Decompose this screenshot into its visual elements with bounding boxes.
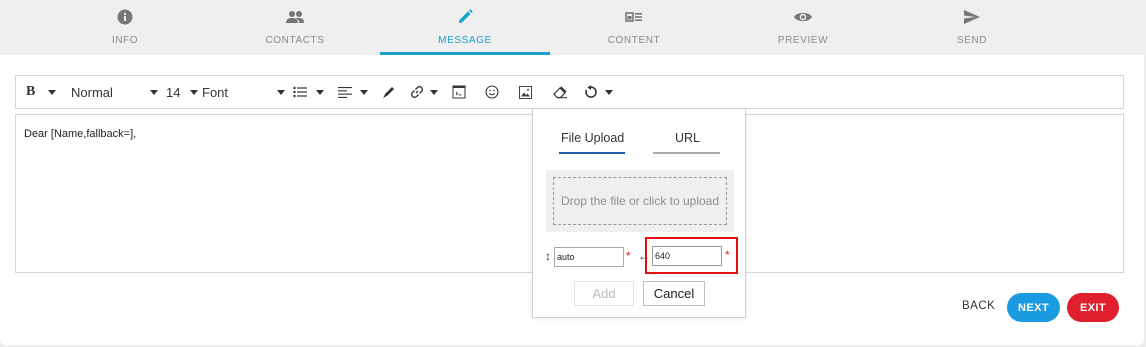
brush-icon bbox=[383, 87, 394, 99]
list-icon bbox=[293, 86, 307, 98]
step-label: CONTACTS bbox=[265, 35, 325, 46]
eye-icon bbox=[718, 7, 888, 27]
step-message[interactable]: MESSAGE bbox=[380, 0, 550, 55]
step-label: CONTENT bbox=[607, 35, 661, 46]
bold-dropdown-button[interactable] bbox=[48, 76, 71, 108]
bold-button[interactable]: B bbox=[26, 76, 48, 108]
list-button[interactable] bbox=[293, 76, 316, 108]
link-icon bbox=[411, 86, 423, 98]
font-family-select[interactable]: Font bbox=[202, 76, 293, 108]
paragraph-style-select[interactable]: Normal bbox=[71, 76, 166, 108]
align-button[interactable] bbox=[338, 76, 360, 108]
step-contacts[interactable]: CONTACTS bbox=[210, 0, 380, 55]
chevron-down-icon bbox=[316, 89, 324, 95]
insert-code-button[interactable] bbox=[452, 76, 485, 108]
height-arrows-icon: ↕ bbox=[545, 249, 551, 263]
image-icon bbox=[519, 85, 532, 99]
step-label: SEND bbox=[956, 35, 988, 46]
tab-url[interactable]: URL bbox=[675, 131, 700, 145]
text-color-button[interactable] bbox=[382, 76, 410, 108]
editor-content: Dear [Name,fallback=], bbox=[24, 128, 137, 140]
back-button[interactable]: BACK bbox=[962, 300, 995, 312]
undo-dropdown-button[interactable] bbox=[605, 76, 627, 108]
step-info[interactable]: INFO bbox=[40, 0, 210, 55]
chevron-down-icon bbox=[277, 89, 285, 95]
cancel-button[interactable]: Cancel bbox=[643, 281, 705, 306]
height-required-mark: * bbox=[626, 249, 631, 263]
paragraph-style-value: Normal bbox=[71, 84, 113, 100]
send-icon bbox=[887, 7, 1057, 27]
image-height-input[interactable] bbox=[554, 247, 624, 267]
link-button[interactable] bbox=[410, 76, 430, 108]
link-dropdown-button[interactable] bbox=[430, 76, 452, 108]
chevron-down-icon bbox=[605, 89, 613, 95]
eraser-icon bbox=[553, 86, 567, 98]
undo-icon bbox=[585, 85, 597, 98]
step-preview[interactable]: PREVIEW bbox=[718, 0, 888, 55]
code-block-icon bbox=[452, 85, 466, 99]
width-input-highlight bbox=[645, 237, 738, 274]
step-content[interactable]: CONTENT bbox=[549, 0, 719, 55]
step-label: INFO bbox=[111, 35, 139, 46]
bold-icon: B bbox=[26, 84, 36, 99]
chevron-down-icon bbox=[190, 89, 198, 95]
content-icon bbox=[549, 7, 719, 27]
font-family-value: Font bbox=[202, 84, 229, 100]
chevron-down-icon bbox=[48, 89, 56, 95]
chevron-down-icon bbox=[150, 89, 158, 95]
file-dropzone[interactable]: Drop the file or click to upload bbox=[546, 170, 734, 232]
add-image-button[interactable]: Add bbox=[574, 281, 634, 306]
tab-file-upload-underline bbox=[559, 152, 625, 154]
chevron-down-icon bbox=[360, 89, 368, 95]
tab-url-underline bbox=[653, 152, 720, 154]
next-button[interactable]: NEXT bbox=[1007, 293, 1060, 322]
info-icon bbox=[40, 7, 210, 27]
exit-button[interactable]: EXIT bbox=[1067, 293, 1119, 322]
step-label: PREVIEW bbox=[777, 35, 829, 46]
list-dropdown-button[interactable] bbox=[316, 76, 338, 108]
undo-button[interactable] bbox=[583, 76, 605, 108]
emoji-button[interactable] bbox=[485, 76, 519, 108]
font-size-value: 14 bbox=[166, 84, 181, 100]
smiley-icon bbox=[485, 85, 499, 99]
dropzone-text: Drop the file or click to upload bbox=[560, 194, 720, 208]
pencil-icon bbox=[380, 7, 550, 27]
font-size-select[interactable]: 14 bbox=[166, 76, 202, 108]
wizard-stepper: INFO CONTACTS MESSAGE CONTENT PREVIEW SE… bbox=[0, 0, 1146, 55]
editor-toolbar: B Normal 14 Font bbox=[15, 75, 1124, 109]
clear-format-button[interactable] bbox=[553, 76, 583, 108]
people-icon bbox=[210, 7, 380, 27]
step-label: MESSAGE bbox=[438, 35, 492, 46]
align-dropdown-button[interactable] bbox=[360, 76, 382, 108]
insert-image-button[interactable] bbox=[519, 76, 553, 108]
align-left-icon bbox=[338, 87, 352, 98]
tab-file-upload[interactable]: File Upload bbox=[561, 131, 624, 145]
step-send[interactable]: SEND bbox=[887, 0, 1057, 55]
chevron-down-icon bbox=[430, 89, 438, 95]
insert-image-popup: File Upload URL Drop the file or click t… bbox=[532, 108, 746, 318]
